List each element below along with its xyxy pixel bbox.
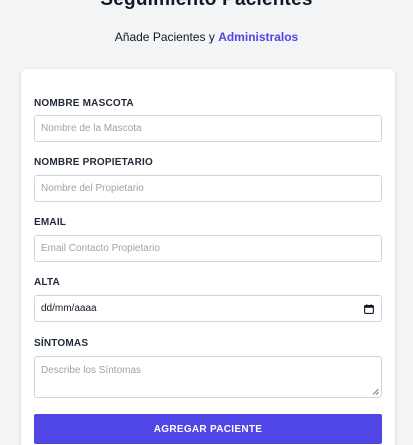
date-value: dd/mm/aaaa [41, 303, 97, 314]
subtitle-prefix: Añade Pacientes y [114, 30, 219, 44]
calendar-icon[interactable] [364, 304, 374, 314]
patient-form: NOMBRE MASCOTA NOMBRE PROPIETARIO EMAIL … [21, 69, 395, 445]
page-subtitle: Añade Pacientes y Administralos [0, 29, 413, 45]
symptoms-label: SÍNTOMAS [34, 338, 89, 349]
symptoms-placeholder: Describe los Síntomas [41, 365, 142, 376]
pet-name-input[interactable] [34, 115, 382, 142]
pet-name-label: NOMBRE MASCOTA [34, 98, 134, 109]
page-title: Seguimiento Pacientes [0, 0, 413, 12]
owner-name-label: NOMBRE PROPIETARIO [34, 157, 153, 168]
discharge-date-input[interactable]: dd/mm/aaaa [34, 295, 382, 322]
resize-handle-icon[interactable] [372, 388, 379, 395]
discharge-date-label: ALTA [34, 277, 60, 288]
symptoms-textarea[interactable]: Describe los Síntomas [34, 356, 382, 398]
owner-name-input[interactable] [34, 175, 382, 202]
subtitle-accent: Administralos [218, 30, 299, 44]
email-input[interactable] [34, 235, 382, 262]
email-label: EMAIL [34, 217, 67, 228]
add-patient-button[interactable]: AGREGAR PACIENTE [34, 414, 382, 444]
page: Seguimiento Pacientes Añade Pacientes y … [0, 0, 413, 445]
